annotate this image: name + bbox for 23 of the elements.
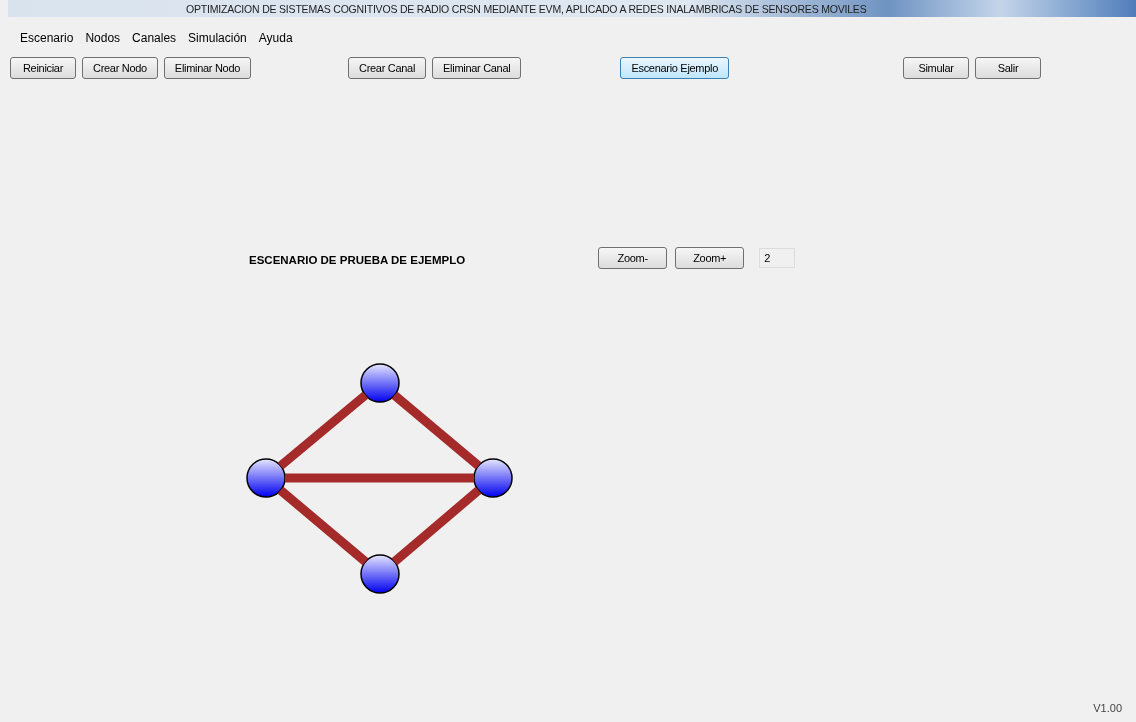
zoom-button[interactable]: Zoom- (598, 247, 668, 269)
menu-item[interactable]: Simulación (188, 31, 247, 48)
scenario-heading: ESCENARIO DE PRUEBA DE EJEMPLO (249, 254, 466, 266)
window-title: OPTIMIZACION DE SISTEMAS COGNITIVOS DE RADIO CRSN MEDIANTE EVM, APLICADO A REDES INALAMBRICAS DE SENSORES MOVILES (186, 2, 867, 15)
node (246, 458, 286, 498)
toolbar-button[interactable]: Eliminar Canal (432, 57, 522, 79)
node (360, 554, 400, 594)
toolbar-button[interactable]: Crear Nodo (82, 57, 158, 79)
menu-item[interactable]: Canales (132, 31, 177, 48)
menu-item[interactable]: Escenario (20, 31, 74, 48)
node (360, 363, 400, 403)
toolbar-button[interactable]: Crear Canal (348, 57, 427, 79)
node (473, 458, 513, 498)
menu-item[interactable]: Ayuda (258, 31, 293, 48)
toolbar-button[interactable]: Escenario Ejemplo (620, 57, 729, 79)
menu-item[interactable]: Nodos (85, 31, 121, 48)
version-label: V1.00 (1093, 702, 1122, 714)
toolbar-button[interactable]: Salir (975, 57, 1041, 79)
toolbar-button[interactable]: Simular (903, 57, 969, 79)
zoom-field[interactable]: 2 (759, 248, 796, 268)
zoom-button[interactable]: Zoom+ (675, 247, 745, 269)
toolbar-button[interactable]: Reiniciar (10, 57, 76, 79)
toolbar-button[interactable]: Eliminar Nodo (163, 57, 252, 79)
